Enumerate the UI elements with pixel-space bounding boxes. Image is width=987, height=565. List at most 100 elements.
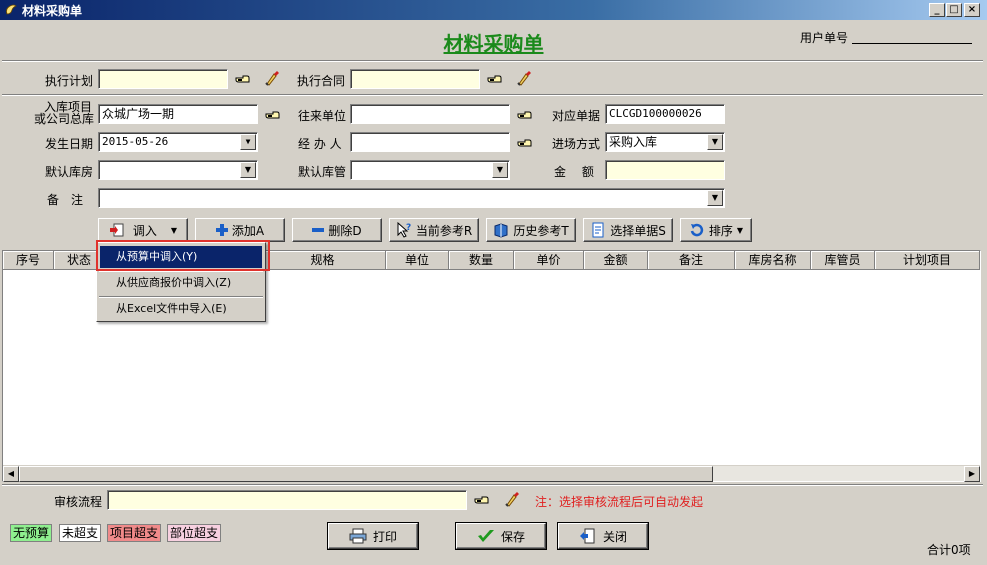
import-icon <box>109 223 124 237</box>
date-field[interactable]: 2015-05-26 ▼ <box>98 132 258 152</box>
history-ref-button[interactable]: 历史参考T <box>486 218 576 242</box>
hand-pointer-icon[interactable] <box>265 107 281 123</box>
scroll-left-icon[interactable]: ◀ <box>3 466 19 482</box>
clear-brush-icon[interactable] <box>264 70 280 86</box>
window-title: 材料采购单 <box>22 3 83 18</box>
column-header[interactable]: 金额 <box>584 251 648 270</box>
date-value: 2015-05-26 <box>102 135 169 148</box>
exec-plan-field[interactable] <box>98 69 228 89</box>
scroll-thumb[interactable] <box>19 466 713 482</box>
entry-method-select[interactable]: 采购入库 ▼ <box>605 132 725 152</box>
help-pointer-icon: ? <box>397 222 411 238</box>
sort-dropdown-button[interactable]: 排序 ▼ <box>680 218 752 242</box>
date-label: 发生日期 <box>45 137 94 151</box>
vendor-label: 往来单位 <box>298 109 347 123</box>
save-label: 保存 <box>500 529 525 544</box>
printer-icon <box>349 528 367 544</box>
project-field[interactable]: 众城广场一期 <box>98 104 258 124</box>
column-header[interactable]: 单位 <box>386 251 449 270</box>
menu-item-from-supplier-quote[interactable]: 从供应商报价中调入(Z) <box>100 272 262 294</box>
warehouse-select[interactable]: ▼ <box>98 160 258 180</box>
legend-no-budget: 无预算 <box>10 524 53 542</box>
save-button[interactable]: 保存 <box>456 523 546 549</box>
divider <box>2 94 983 96</box>
exec-contract-label: 执行合同 <box>297 74 346 88</box>
hand-pointer-icon[interactable] <box>487 71 503 87</box>
close-label: 关闭 <box>602 529 627 544</box>
chevron-down-icon[interactable]: ▼ <box>492 162 508 178</box>
svg-text:?: ? <box>406 223 411 233</box>
select-doc-button[interactable]: 选择单据S <box>583 218 673 242</box>
divider <box>2 60 983 62</box>
close-window-button[interactable]: × <box>964 3 980 17</box>
delete-button[interactable]: 删除D <box>292 218 382 242</box>
total-count: 合计0项 <box>927 543 971 557</box>
exec-contract-field[interactable] <box>350 69 480 89</box>
legend-project-over: 项目超支 <box>107 524 162 542</box>
remark-label: 备 注 <box>47 193 84 207</box>
project-label: 入库项目 或公司总库 <box>34 101 94 125</box>
horizontal-scrollbar[interactable]: ◀ ▶ <box>3 465 980 482</box>
caret-down-icon: ▼ <box>736 225 744 235</box>
handler-label: 经 办 人 <box>298 137 342 151</box>
scroll-right-icon[interactable]: ▶ <box>964 466 980 482</box>
column-header[interactable]: 序号 <box>3 251 54 270</box>
remark-field[interactable]: ▼ <box>98 188 725 208</box>
book-icon <box>494 223 508 238</box>
hand-pointer-icon[interactable] <box>517 135 533 151</box>
current-ref-button[interactable]: ? 当前参考R <box>389 218 479 242</box>
amount-field <box>605 160 725 180</box>
vendor-field[interactable] <box>350 104 510 124</box>
minimize-button[interactable]: _ <box>929 3 945 17</box>
column-header[interactable]: 库房名称 <box>735 251 811 270</box>
user-no-label: 用户单号 <box>800 31 849 45</box>
column-header[interactable]: 规格 <box>260 251 386 270</box>
keeper-select[interactable]: ▼ <box>350 160 510 180</box>
clear-brush-icon[interactable] <box>516 70 532 86</box>
current-ref-label: 当前参考R <box>415 223 473 238</box>
amount-label: 金 额 <box>554 165 594 179</box>
print-button[interactable]: 打印 <box>328 523 418 549</box>
project-label-line2: 或公司总库 <box>34 112 95 126</box>
column-header[interactable]: 计划项目 <box>875 251 980 270</box>
hand-pointer-icon[interactable] <box>235 71 251 87</box>
document-icon <box>592 222 604 238</box>
close-button[interactable]: 关闭 <box>558 523 648 549</box>
delete-label: 删除D <box>328 223 362 238</box>
maximize-button[interactable]: □ <box>946 3 962 17</box>
column-header[interactable]: 数量 <box>449 251 514 270</box>
entry-method-label: 进场方式 <box>552 137 601 151</box>
import-dropdown-button[interactable]: 调入 ▼ <box>98 218 188 242</box>
hand-pointer-icon[interactable] <box>474 492 490 508</box>
column-header[interactable]: 单价 <box>514 251 584 270</box>
keeper-label: 默认库管 <box>298 165 347 179</box>
chevron-down-icon[interactable]: ▼ <box>240 162 256 178</box>
add-label: 添加A <box>231 223 265 238</box>
column-header[interactable]: 库管员 <box>811 251 875 270</box>
warehouse-label: 默认库房 <box>45 165 94 179</box>
import-label: 调入 <box>132 223 157 238</box>
clear-brush-icon[interactable] <box>504 491 520 507</box>
handler-field[interactable] <box>350 132 510 152</box>
add-button[interactable]: 添加A <box>195 218 285 242</box>
select-doc-label: 选择单据S <box>610 223 666 238</box>
approval-label: 审核流程 <box>54 495 103 509</box>
divider <box>2 484 983 486</box>
menu-item-from-excel[interactable]: 从Excel文件中导入(E) <box>100 298 262 320</box>
column-header[interactable]: 备注 <box>648 251 735 270</box>
chevron-down-icon[interactable]: ▼ <box>707 134 723 150</box>
print-label: 打印 <box>372 529 397 544</box>
approval-note: 注：选择审核流程后可自动发起 <box>535 495 704 509</box>
ref-no-field[interactable]: CLCGD100000026 <box>605 104 725 124</box>
entry-method-value: 采购入库 <box>609 135 658 149</box>
chevron-down-icon[interactable]: ▼ <box>707 190 723 206</box>
approval-field[interactable] <box>107 490 467 510</box>
legend-part-over: 部位超支 <box>167 524 222 542</box>
caret-down-icon: ▼ <box>170 225 178 235</box>
sort-label: 排序 <box>708 223 733 238</box>
checkmark-icon <box>477 530 494 542</box>
window-title-bar: 材料采购单 <box>0 0 987 20</box>
hand-pointer-icon[interactable] <box>517 107 533 123</box>
user-no-line[interactable] <box>852 43 972 44</box>
chevron-down-icon[interactable]: ▼ <box>240 134 256 150</box>
